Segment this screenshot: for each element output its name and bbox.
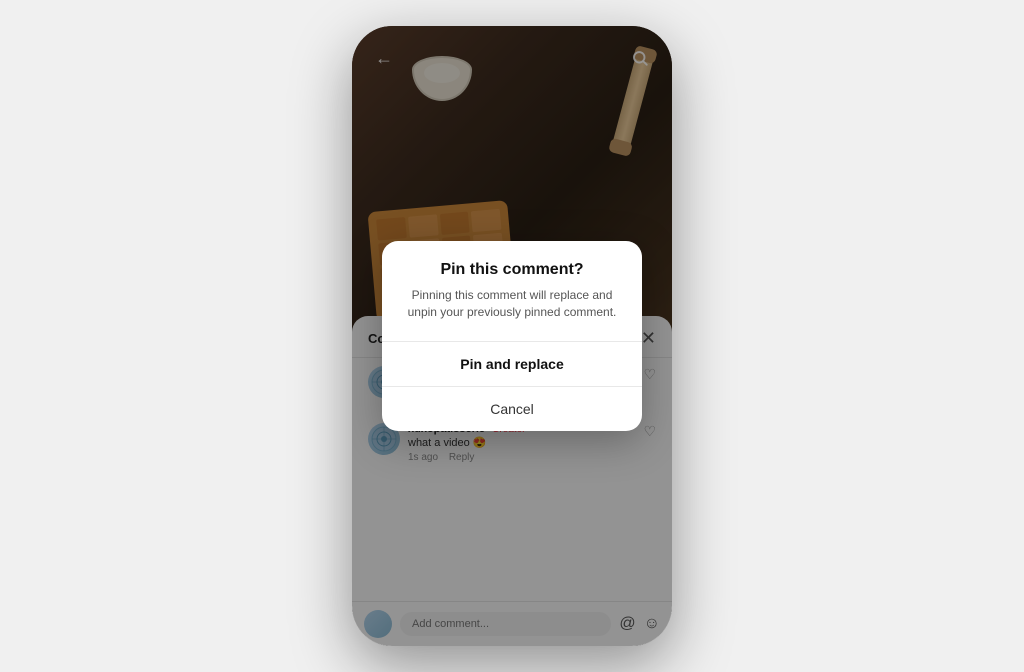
cancel-button[interactable]: Cancel: [382, 387, 642, 431]
phone-frame: ← Comm... ✕: [352, 26, 672, 646]
modal-overlay: Pin this comment? Pinning this comment w…: [352, 26, 672, 646]
modal-body-text: Pinning this comment will replace and un…: [402, 287, 622, 321]
modal-title: Pin this comment?: [402, 261, 622, 279]
pin-comment-modal: Pin this comment? Pinning this comment w…: [382, 241, 642, 431]
pin-and-replace-button[interactable]: Pin and replace: [382, 342, 642, 386]
phone-inner: ← Comm... ✕: [352, 26, 672, 646]
